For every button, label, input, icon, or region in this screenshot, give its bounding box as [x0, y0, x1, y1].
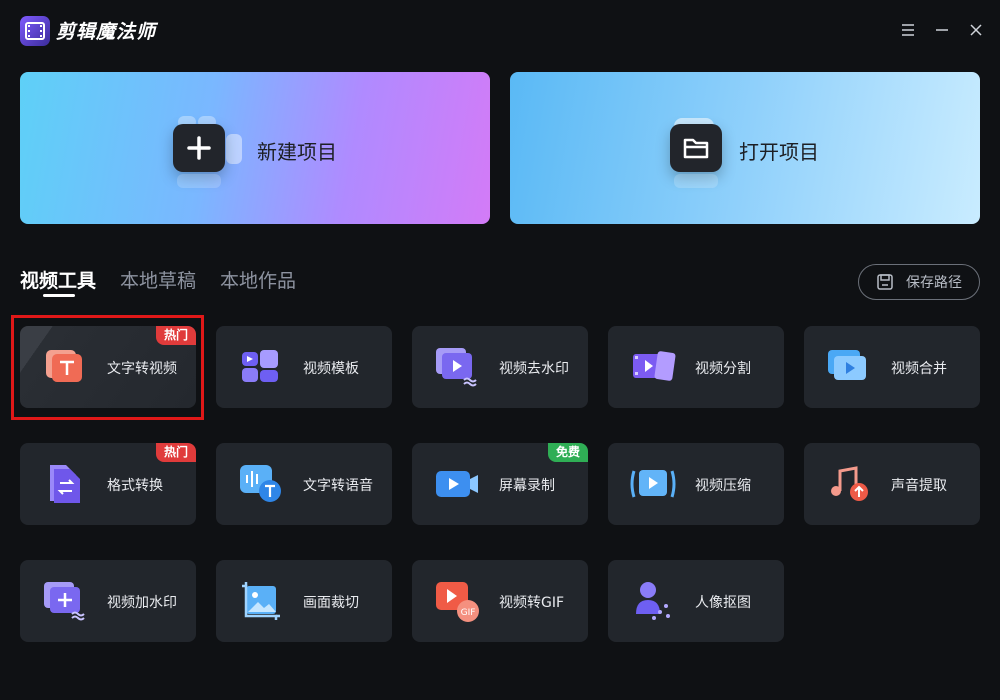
title-bar: 剪辑魔法师 — [0, 0, 1000, 60]
open-project-card[interactable]: 打开项目 — [510, 72, 980, 224]
tool-video-split[interactable]: 视频分割 — [608, 326, 784, 408]
add-video-icon — [173, 124, 225, 188]
add-watermark-icon — [42, 578, 88, 624]
film-logo-icon — [20, 16, 50, 46]
tool-label: 文字转语音 — [303, 478, 373, 494]
tab-local-works[interactable]: 本地作品 — [220, 266, 296, 293]
tool-text-to-speech[interactable]: 文字转语音 — [216, 443, 392, 525]
portrait-cutout-icon — [630, 578, 676, 624]
tool-screen-record[interactable]: 屏幕录制 免费 — [412, 443, 588, 525]
text-to-video-icon — [42, 344, 88, 390]
tool-label: 视频合并 — [891, 361, 947, 377]
camera-lens — [226, 134, 242, 164]
svg-text:GIF: GIF — [461, 608, 476, 618]
tool-label: 格式转换 — [107, 478, 163, 494]
new-project-label: 新建项目 — [257, 140, 337, 164]
tool-label: 屏幕录制 — [499, 478, 555, 494]
app-title: 剪辑魔法师 — [56, 21, 157, 43]
tool-video-compress[interactable]: 视频压缩 — [608, 443, 784, 525]
tool-add-watermark[interactable]: 视频加水印 — [20, 560, 196, 642]
open-project-label: 打开项目 — [739, 140, 819, 164]
tool-label: 视频去水印 — [499, 361, 569, 377]
close-icon[interactable] — [966, 20, 986, 40]
tool-crop[interactable]: 画面裁切 — [216, 560, 392, 642]
remove-watermark-icon — [434, 344, 480, 390]
hot-badge: 热门 — [155, 326, 196, 345]
tool-label: 视频模板 — [303, 361, 359, 377]
menu-icon[interactable] — [898, 20, 918, 40]
tool-label: 画面裁切 — [303, 595, 359, 611]
tool-label: 人像抠图 — [695, 595, 751, 611]
folder-icon — [670, 124, 722, 188]
tool-label: 视频分割 — [695, 361, 751, 377]
tool-video-template[interactable]: 视频模板 — [216, 326, 392, 408]
audio-extract-icon — [826, 461, 872, 507]
tool-label: 视频转GIF — [499, 595, 565, 611]
tool-video-to-gif[interactable]: GIF 视频转GIF — [412, 560, 588, 642]
text-to-speech-icon — [238, 461, 284, 507]
tab-local-drafts[interactable]: 本地草稿 — [120, 266, 196, 293]
video-compress-icon — [630, 461, 676, 507]
video-to-gif-icon: GIF — [434, 578, 480, 624]
save-path-label: 保存路径 — [906, 275, 962, 291]
free-badge: 免费 — [547, 443, 588, 462]
minimize-icon[interactable] — [932, 20, 952, 40]
format-convert-icon — [42, 461, 88, 507]
tool-format-convert[interactable]: 格式转换 热门 — [20, 443, 196, 525]
tool-audio-extract[interactable]: 声音提取 — [804, 443, 980, 525]
tab-video-tools[interactable]: 视频工具 — [20, 266, 96, 293]
template-icon — [238, 344, 284, 390]
tool-text-to-video[interactable]: 文字转视频 热门 — [20, 326, 196, 408]
tool-label: 视频压缩 — [695, 478, 751, 494]
video-merge-icon — [826, 344, 872, 390]
hot-badge: 热门 — [155, 443, 196, 462]
tool-portrait-cutout[interactable]: 人像抠图 — [608, 560, 784, 642]
screen-record-icon — [434, 461, 480, 507]
video-split-icon — [630, 344, 676, 390]
tool-remove-watermark[interactable]: 视频去水印 — [412, 326, 588, 408]
tool-video-merge[interactable]: 视频合并 — [804, 326, 980, 408]
active-tab-indicator — [43, 294, 75, 297]
tool-label: 声音提取 — [891, 478, 947, 494]
save-path-button[interactable]: 保存路径 — [858, 264, 980, 300]
save-icon — [876, 273, 894, 291]
tool-label: 视频加水印 — [107, 595, 177, 611]
tool-label: 文字转视频 — [107, 361, 177, 377]
crop-icon — [238, 578, 284, 624]
new-project-card[interactable]: 新建项目 — [20, 72, 490, 224]
